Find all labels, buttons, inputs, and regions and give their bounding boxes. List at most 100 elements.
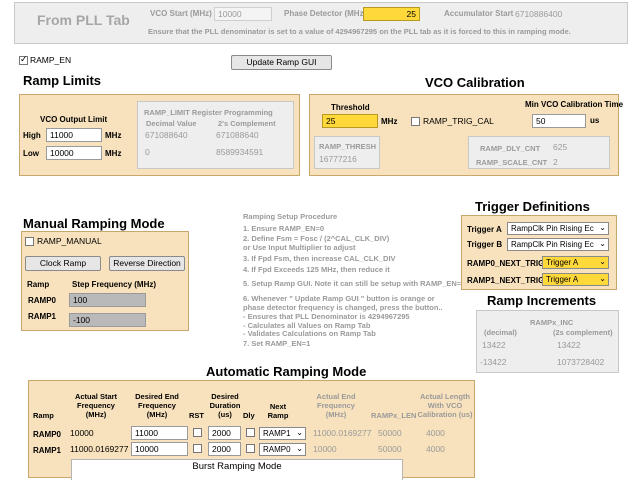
actual-length-header: Actual Length With VCO Calibration (us)	[417, 392, 473, 419]
ramp0-next-trig-select[interactable]: Trigger A ⌄	[542, 256, 609, 269]
chevron-down-icon: ⌄	[599, 223, 606, 232]
inc-decimal-header: (decimal)	[484, 328, 517, 337]
procedure-step-6c: - Ensures that PLL Denominator is 429496…	[243, 312, 410, 321]
low-unit: MHz	[105, 149, 122, 158]
high-unit: MHz	[105, 131, 122, 140]
ramp1-next-trig-label: RAMP1_NEXT_TRIG	[467, 276, 545, 285]
ramp-manual-label: RAMP_MANUAL	[37, 236, 102, 246]
rampx-len-header: RAMPx_LEN	[371, 411, 417, 420]
ramp-dly-cnt-value: 625	[553, 142, 568, 152]
ramp1-actual-end: 10000	[313, 444, 337, 454]
rst-header: RST	[189, 411, 204, 420]
chevron-down-icon: ⌄	[599, 257, 606, 266]
ramp-limits-title: Ramp Limits	[23, 73, 102, 88]
procedure-step-2: 2. Define Fsm = Fosc / (2^CAL_CLK_DIV)	[243, 234, 390, 243]
ramp0-inc-twos: 13422	[557, 340, 581, 350]
phase-detector-field[interactable]: 25	[363, 7, 420, 21]
ramp0-next-trig-label: RAMP0_NEXT_TRIG	[467, 259, 545, 268]
automatic-ramping-title: Automatic Ramping Mode	[206, 364, 367, 379]
procedure-step-5: 5. Setup Ramp GUI. Note it can still be …	[243, 279, 466, 288]
step-frequency-header: Step Frequency (MHz)	[72, 280, 157, 289]
pll-tab-title: From PLL Tab	[37, 12, 130, 28]
ramp1-dly-checkbox[interactable]	[246, 444, 255, 453]
trigger-b-label: Trigger B	[467, 240, 503, 249]
ramp0-step-field[interactable]: 100	[69, 293, 146, 307]
ramp-trig-cal-checkbox[interactable]	[411, 117, 420, 126]
ramp0-len: 50000	[378, 428, 402, 438]
ramp-dly-cnt-label: RAMP_DLY_CNT	[480, 144, 541, 153]
ramp-scale-cnt-label: RAMP_SCALE_CNT	[476, 158, 548, 167]
ramp1-next-trig-select[interactable]: Trigger A ⌄	[542, 273, 609, 286]
actual-start-header: Actual Start Frequency (MHz)	[74, 392, 118, 419]
update-ramp-gui-button[interactable]: Update Ramp GUI	[231, 55, 332, 70]
ramp1-step-field[interactable]: -100	[69, 313, 146, 327]
manual-ramp1-label: RAMP1	[28, 312, 57, 321]
manual-ramp0-label: RAMP0	[28, 296, 57, 305]
trigger-a-label: Trigger A	[467, 225, 502, 234]
inc-twos-header: (2s complement)	[553, 328, 613, 337]
high-limit-field[interactable]: 11000	[46, 128, 102, 142]
reverse-direction-button[interactable]: Reverse Direction	[109, 256, 185, 271]
low-limit-field[interactable]: 10000	[46, 146, 102, 160]
vco-output-limit-label: VCO Output Limit	[40, 115, 108, 124]
vco-start-field[interactable]: 10000	[214, 7, 272, 21]
ramp-trig-cal-label: RAMP_TRIG_CAL	[423, 116, 494, 126]
trigger-definitions-title: Trigger Definitions	[475, 199, 590, 214]
procedure-step-3: 3. If Fpd Fsm, then increase CAL_CLK_DIV	[243, 254, 396, 263]
ramp1-end-field[interactable]: 10000	[131, 442, 188, 456]
auto-ramp1-label: RAMP1	[33, 446, 62, 455]
trigger-a-select[interactable]: RampClk Pin Rising Ec ⌄	[507, 222, 609, 235]
ramp-en-checkbox[interactable]	[19, 54, 28, 65]
high-label: High	[23, 131, 41, 140]
min-vco-cal-time-unit: us	[590, 116, 600, 125]
ramp-thresh-label: RAMP_THRESH	[319, 142, 377, 151]
next-ramp-header: Next Ramp	[267, 402, 289, 420]
min-vco-cal-time-field[interactable]: 50	[532, 114, 586, 128]
ramp1-len: 50000	[378, 444, 402, 454]
ramp0-dly-checkbox[interactable]	[246, 428, 255, 437]
procedure-step-6b: phase detector frequency is changed, pre…	[243, 303, 443, 312]
rampx-inc-header: RAMPx_INC	[530, 318, 574, 327]
procedure-title: Ramping Setup Procedure	[243, 212, 338, 221]
ramp-manual-checkbox[interactable]	[25, 237, 34, 246]
desired-end-header: Desired End Frequency (MHz)	[135, 392, 179, 419]
ramp1-duration-field[interactable]: 2000	[208, 442, 241, 456]
ramp-thresh-panel	[314, 136, 380, 169]
ramp0-actual-end: 11000.0169277	[313, 428, 372, 438]
clock-ramp-button[interactable]: Clock Ramp	[25, 256, 101, 271]
procedure-step-6: 6. Whenever " Update Ramp GUI " button i…	[243, 294, 435, 303]
desired-duration-header: Desired Duration (us)	[209, 392, 241, 419]
ramp0-next-select[interactable]: RAMP1 ⌄	[259, 427, 306, 440]
high-decimal-value: 671088640	[145, 130, 188, 140]
procedure-step-2b: or Use Input Multiplier to adjust	[243, 243, 356, 252]
accumulator-start-label: Accumulator Start	[444, 9, 514, 18]
ramp1-inc-twos: 1073728402	[557, 357, 605, 367]
low-decimal-value: 0	[145, 147, 150, 157]
ramp0-actual-start: 10000	[70, 428, 94, 438]
ramp-increments-title: Ramp Increments	[487, 293, 597, 308]
chevron-down-icon: ⌄	[599, 239, 606, 248]
pll-denominator-note: Ensure that the PLL denominator is set t…	[148, 27, 571, 36]
ramp1-next-select[interactable]: RAMP0 ⌄	[259, 443, 306, 456]
ramp-en-label: RAMP_EN	[30, 55, 72, 65]
ramp1-actual-length: 4000	[426, 444, 445, 454]
auto-ramp-header: Ramp	[33, 411, 54, 420]
threshold-label: Threshold	[331, 103, 370, 112]
vco-start-label: VCO Start (MHz)	[150, 9, 212, 18]
ramp0-inc-decimal: 13422	[482, 340, 506, 350]
auto-ramp0-label: RAMP0	[33, 430, 62, 439]
trigger-b-select[interactable]: RampClk Pin Rising Ec ⌄	[507, 238, 609, 251]
threshold-field[interactable]: 25	[322, 114, 378, 128]
burst-ramping-label: Burst Ramping Mode	[192, 461, 282, 472]
ramp1-rst-checkbox[interactable]	[193, 444, 202, 453]
procedure-step-7: 7. Set RAMP_EN=1	[243, 339, 311, 348]
chevron-down-icon: ⌄	[599, 274, 606, 283]
manual-ramping-title: Manual Ramping Mode	[23, 216, 165, 231]
ramp0-rst-checkbox[interactable]	[193, 428, 202, 437]
ramp0-end-field[interactable]: 11000	[131, 426, 188, 440]
ramp0-duration-field[interactable]: 2000	[208, 426, 241, 440]
accumulator-start-value: 6710886400	[515, 9, 563, 19]
chevron-down-icon: ⌄	[296, 428, 303, 437]
phase-detector-label: Phase Detector (MHz)	[284, 9, 367, 18]
high-twos-value: 671088640	[216, 130, 259, 140]
